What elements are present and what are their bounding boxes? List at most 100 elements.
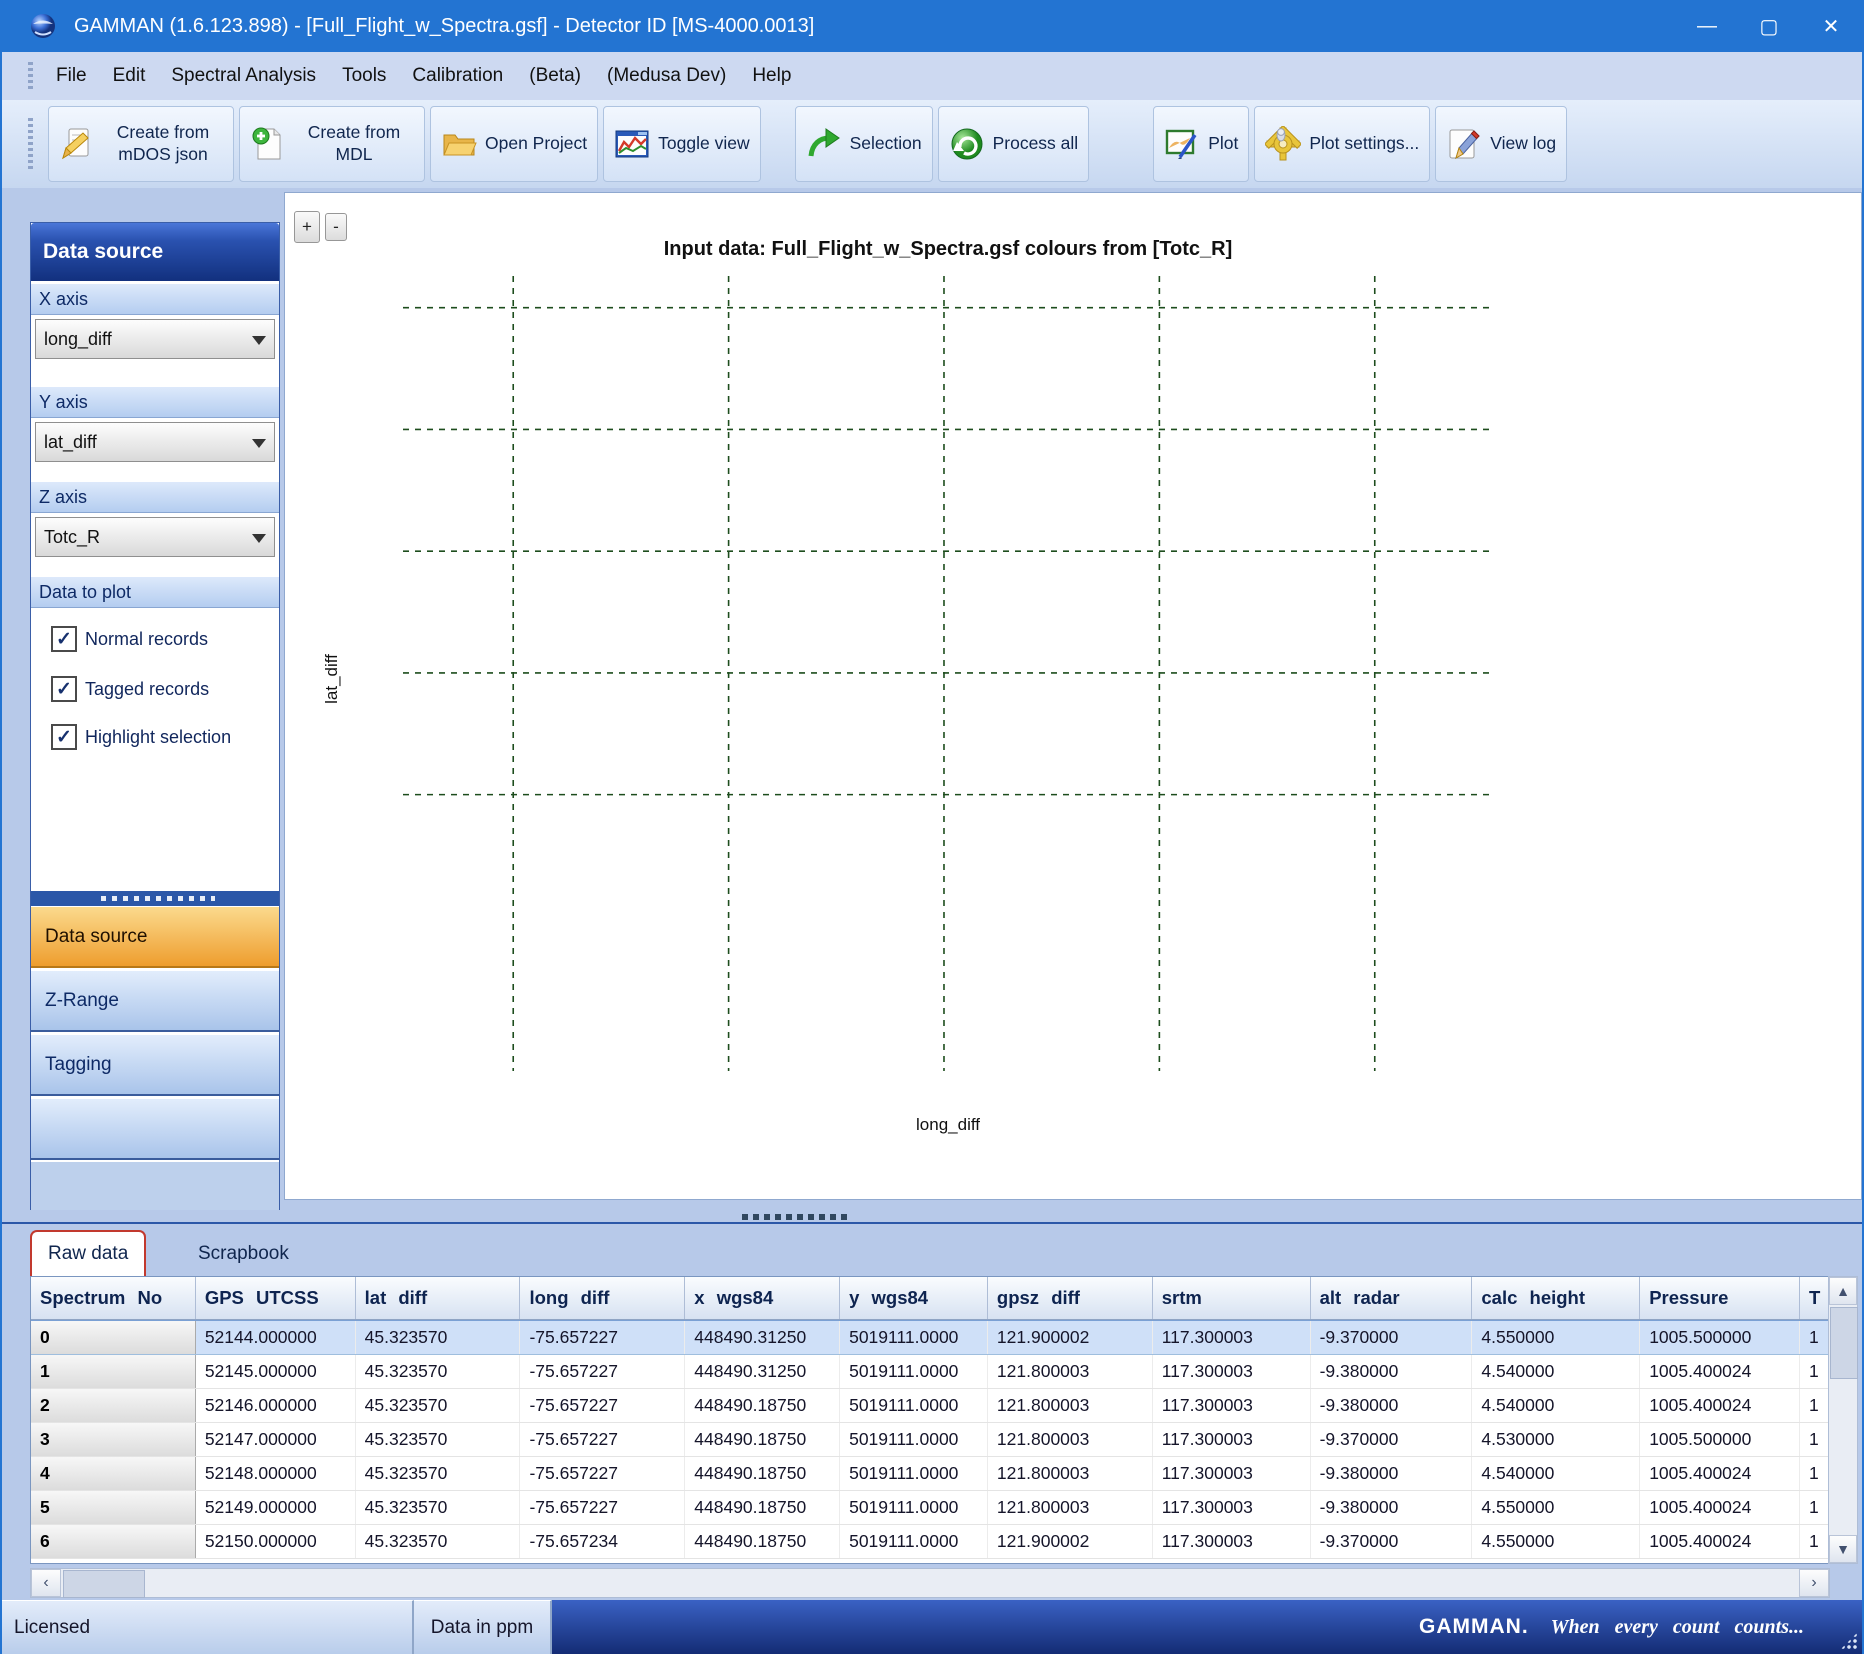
toolbar-button-label: Toggle view [658,133,749,155]
table-cell: 1005.400024 [1640,1389,1800,1422]
column-header-long-diff[interactable]: long diff [520,1277,685,1319]
sidebar-item-z-range[interactable]: Z-Range [31,970,279,1032]
column-header-spectrum-no[interactable]: Spectrum No [31,1277,196,1319]
checkbox-label: Normal records [85,629,208,650]
sidebar-item-tagging[interactable]: Tagging [31,1034,279,1096]
gamman-app-icon [28,11,58,41]
table-cell: 52147.000000 [196,1423,356,1456]
column-header-lat-diff[interactable]: lat diff [356,1277,521,1319]
table-cell: 45.323570 [356,1491,521,1524]
table-cell: 5019111.0000 [840,1389,988,1422]
toggle-view-button[interactable]: Toggle view [603,106,760,182]
column-header-alt-radar[interactable]: alt radar [1311,1277,1473,1319]
table-cell: -9.380000 [1311,1355,1473,1388]
column-header-calc-height[interactable]: calc height [1472,1277,1640,1319]
table-cell: 52146.000000 [196,1389,356,1422]
table-cell: 45.323570 [356,1389,521,1422]
menu-item-spectral-analysis[interactable]: Spectral Analysis [158,59,329,93]
toolbar-button-label: Plot settings... [1309,133,1419,155]
table-horizontal-scrollbar[interactable]: ‹ › [30,1568,1830,1598]
table-cell: -75.657227 [520,1457,685,1490]
selection-button[interactable]: Selection [795,106,933,182]
checkbox-checked-icon[interactable]: ✓ [51,626,77,652]
column-header-y-wgs84[interactable]: y wgs84 [840,1277,988,1319]
view-log-button[interactable]: View log [1435,106,1567,182]
table-row[interactable]: 352147.00000045.323570-75.657227448490.1… [31,1423,1829,1457]
plot-zoom-in-button[interactable]: + [294,211,320,243]
main-area: Input data: Full_Flight_w_Spectra.gsf co… [2,188,1862,1222]
maximize-button[interactable]: ▢ [1738,0,1800,52]
gear-icon [1265,126,1301,162]
close-button[interactable]: ✕ [1800,0,1862,52]
table-row[interactable]: 052144.00000045.323570-75.657227448490.3… [31,1320,1829,1355]
plot-settings-button[interactable]: Plot settings... [1254,106,1430,182]
checkbox-checked-icon[interactable]: ✓ [51,724,77,750]
menu-item--beta-[interactable]: (Beta) [516,59,594,93]
tab-scrapbook[interactable]: Scrapbook [182,1232,305,1276]
table-cell: 1005.500000 [1640,1423,1800,1456]
x-axis-select[interactable]: long_diff [35,319,275,359]
column-header-gps-utcss[interactable]: GPS UTCSS [196,1277,356,1319]
plot-zoom-out-button[interactable]: - [325,213,347,241]
x-axis-value: long_diff [44,329,112,350]
menu-item-help[interactable]: Help [739,59,804,93]
table-vertical-scrollbar[interactable]: ▲ ▼ [1828,1276,1858,1564]
table-cell: 5019111.0000 [840,1321,988,1354]
table-cell: 1 [31,1355,196,1388]
z-axis-select[interactable]: Totc_R [35,517,275,557]
vertical-scroll-thumb[interactable] [1830,1307,1858,1379]
column-header-srtm[interactable]: srtm [1153,1277,1311,1319]
menu-item-calibration[interactable]: Calibration [399,59,516,93]
column-header-pressure[interactable]: Pressure [1640,1277,1800,1319]
minimize-button[interactable]: — [1676,0,1738,52]
tagged-records-checkbox-row[interactable]: ✓ Tagged records [51,676,209,702]
horizontal-splitter[interactable] [2,1210,1862,1224]
table-cell: 5019111.0000 [840,1457,988,1490]
horizontal-scroll-thumb[interactable] [63,1570,145,1598]
table-cell: 4.540000 [1472,1457,1640,1490]
menu-item-edit[interactable]: Edit [100,59,159,93]
plot-title: Input data: Full_Flight_w_Spectra.gsf co… [664,238,1233,260]
open-project-button[interactable]: Open Project [430,106,598,182]
table-cell: 45.323570 [356,1423,521,1456]
sidebar-item-blank[interactable] [31,1098,279,1160]
scroll-left-icon[interactable]: ‹ [31,1569,61,1597]
process-all-button[interactable]: Process all [938,106,1090,182]
flight-plot-svg[interactable]: Input data: Full_Flight_w_Spectra.gsf co… [285,193,1861,1199]
table-row[interactable]: 552149.00000045.323570-75.657227448490.1… [31,1491,1829,1525]
menu-item-file[interactable]: File [43,59,100,93]
splitter-grip-dots [742,1214,852,1220]
table-cell: -75.657227 [520,1355,685,1388]
sidebar-splitter[interactable] [31,891,279,906]
highlight-selection-checkbox-row[interactable]: ✓ Highlight selection [51,724,231,750]
table-row[interactable]: 252146.00000045.323570-75.657227448490.1… [31,1389,1829,1423]
y-axis-select[interactable]: lat_diff [35,422,275,462]
table-cell: -9.370000 [1311,1423,1473,1456]
tab-raw-data[interactable]: Raw data [30,1230,146,1276]
column-header-t[interactable]: T [1800,1277,1829,1319]
normal-records-checkbox-row[interactable]: ✓ Normal records [51,626,208,652]
plot-button[interactable]: Plot [1153,106,1249,182]
scroll-down-icon[interactable]: ▼ [1829,1535,1857,1563]
table-cell: 121.800003 [988,1389,1153,1422]
scroll-up-icon[interactable]: ▲ [1829,1277,1857,1305]
create-from-mdl-button[interactable]: Create from MDL [239,106,425,182]
sidebar-item-data-source[interactable]: Data source [31,906,279,968]
toolbar-button-label: View log [1490,133,1556,155]
table-cell: -75.657234 [520,1525,685,1558]
y-axis-value: lat_diff [44,432,97,453]
table-cell: 2 [31,1389,196,1422]
table-row[interactable]: 452148.00000045.323570-75.657227448490.1… [31,1457,1829,1491]
menu-item-tools[interactable]: Tools [329,59,399,93]
table-cell: 1 [1800,1457,1829,1490]
toolbar-button-label: Process all [993,133,1079,155]
table-row[interactable]: 652150.00000045.323570-75.657234448490.1… [31,1525,1829,1559]
menu-item--medusa-dev-[interactable]: (Medusa Dev) [594,59,739,93]
column-header-gpsz-diff[interactable]: gpsz diff [988,1277,1153,1319]
scroll-right-icon[interactable]: › [1799,1569,1829,1597]
column-header-x-wgs84[interactable]: x wgs84 [685,1277,840,1319]
resize-grip[interactable] [1840,1632,1858,1650]
checkbox-checked-icon[interactable]: ✓ [51,676,77,702]
table-row[interactable]: 152145.00000045.323570-75.657227448490.3… [31,1355,1829,1389]
create-from-mdos-json-button[interactable]: Create from mDOS json [48,106,234,182]
